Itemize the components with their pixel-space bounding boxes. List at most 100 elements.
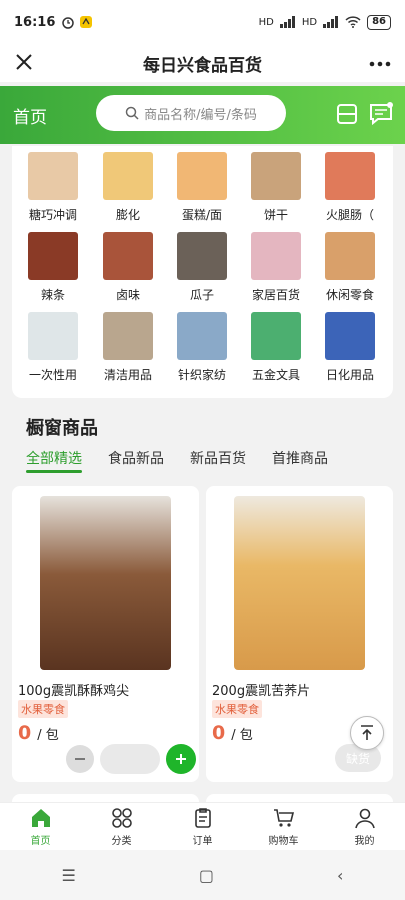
app-notification-icon bbox=[80, 16, 93, 28]
category-image bbox=[251, 232, 301, 280]
category-label: 糖巧冲调 bbox=[28, 208, 77, 222]
decrease-button[interactable] bbox=[66, 745, 94, 773]
increase-button[interactable] bbox=[166, 744, 196, 774]
signal-icon bbox=[323, 16, 339, 28]
home-icon bbox=[31, 809, 50, 827]
order-clipboard-icon bbox=[194, 808, 211, 828]
back-to-top-button[interactable] bbox=[350, 716, 384, 750]
bottom-nav: 首页 分类 订单 购物车 我的 bbox=[0, 802, 405, 850]
category-item[interactable]: 饼干 bbox=[240, 152, 312, 223]
message-icon[interactable] bbox=[368, 101, 394, 127]
category-image bbox=[177, 312, 227, 360]
category-label: 家居百货 bbox=[251, 288, 300, 302]
category-grid-icon bbox=[111, 808, 132, 828]
category-label: 一次性用 bbox=[28, 368, 77, 382]
product-tag: 水果零食 bbox=[212, 700, 262, 718]
category-image bbox=[28, 312, 78, 360]
more-button[interactable] bbox=[369, 48, 391, 73]
nav-orders[interactable]: 订单 bbox=[162, 803, 243, 850]
signal-icon bbox=[279, 16, 295, 28]
store-header: 首页 商品名称/编号/条码 bbox=[0, 86, 405, 144]
category-image bbox=[177, 152, 227, 200]
nav-label: 订单 bbox=[192, 836, 213, 847]
category-item[interactable]: 膨化 bbox=[92, 152, 164, 223]
search-placeholder: 商品名称/编号/条码 bbox=[144, 107, 257, 123]
category-item[interactable]: 卤味 bbox=[92, 232, 164, 303]
category-image bbox=[251, 152, 301, 200]
section-title: 橱窗商品 bbox=[26, 418, 98, 439]
user-icon bbox=[354, 808, 375, 829]
category-item[interactable]: 瓜子 bbox=[166, 232, 238, 303]
category-item[interactable]: 辣条 bbox=[17, 232, 89, 303]
category-label: 针织家纺 bbox=[177, 368, 226, 382]
back-button[interactable]: ‹ bbox=[337, 866, 343, 885]
more-dots-icon bbox=[369, 61, 391, 67]
product-tabs: 全部精选 食品新品 新品百货 首推商品 bbox=[26, 448, 328, 468]
category-image bbox=[103, 232, 153, 280]
alarm-icon bbox=[62, 17, 75, 29]
product-image bbox=[234, 496, 365, 670]
category-label: 五金文具 bbox=[251, 368, 300, 382]
tab-new-goods[interactable]: 新品百货 bbox=[190, 448, 246, 468]
category-item[interactable]: 家居百货 bbox=[240, 232, 312, 303]
price-value: 0 bbox=[212, 722, 226, 744]
network-type-1: HD bbox=[258, 16, 274, 28]
category-label: 蛋糕/面 bbox=[181, 208, 223, 222]
category-item[interactable]: 日化用品 bbox=[314, 312, 386, 383]
price-unit: / 包 bbox=[37, 728, 59, 743]
category-image bbox=[325, 152, 375, 200]
product-card[interactable]: 100g震凯酥酥鸡尖 水果零食 0 / 包 bbox=[12, 486, 199, 782]
minus-icon bbox=[75, 758, 85, 760]
category-image bbox=[28, 152, 78, 200]
nav-label: 首页 bbox=[30, 836, 51, 847]
nav-label: 分类 bbox=[111, 836, 132, 847]
nav-category[interactable]: 分类 bbox=[81, 803, 162, 850]
category-image bbox=[251, 312, 301, 360]
category-label: 饼干 bbox=[263, 208, 288, 222]
battery-indicator: 86 bbox=[367, 14, 391, 30]
tab-food-new[interactable]: 食品新品 bbox=[108, 448, 164, 468]
category-item[interactable]: 糖巧冲调 bbox=[17, 152, 89, 223]
category-image bbox=[325, 312, 375, 360]
product-price: 0 / 包 bbox=[212, 722, 253, 744]
arrow-up-icon bbox=[361, 725, 373, 740]
menu-button[interactable]: ☰ bbox=[62, 866, 76, 885]
cart-icon bbox=[273, 809, 294, 827]
scan-icon[interactable] bbox=[334, 101, 360, 127]
product-tag: 水果零食 bbox=[18, 700, 68, 718]
category-label: 火腿肠（ bbox=[325, 208, 374, 222]
tab-all-picks[interactable]: 全部精选 bbox=[26, 448, 82, 468]
nav-home[interactable]: 首页 bbox=[0, 803, 81, 850]
category-item[interactable]: 休闲零食 bbox=[314, 232, 386, 303]
page-title: 每日兴食品百货 bbox=[143, 55, 262, 76]
price-unit: / 包 bbox=[231, 728, 253, 743]
search-input[interactable]: 商品名称/编号/条码 bbox=[96, 95, 286, 131]
close-button[interactable] bbox=[10, 48, 38, 76]
plus-icon bbox=[176, 754, 186, 764]
category-label: 清洁用品 bbox=[103, 368, 152, 382]
category-item[interactable]: 一次性用 bbox=[17, 312, 89, 383]
wifi-icon bbox=[345, 16, 361, 28]
category-item[interactable]: 五金文具 bbox=[240, 312, 312, 383]
category-item[interactable]: 清洁用品 bbox=[92, 312, 164, 383]
category-image bbox=[103, 312, 153, 360]
title-bar: 每日兴食品百货 bbox=[0, 44, 405, 82]
category-image bbox=[325, 232, 375, 280]
status-time: 16:16 bbox=[14, 14, 56, 30]
status-bar: 16:16 HD HD 86 bbox=[0, 0, 405, 44]
category-label: 卤味 bbox=[115, 288, 140, 302]
category-item[interactable]: 火腿肠（ bbox=[314, 152, 386, 223]
category-label: 膨化 bbox=[115, 208, 140, 222]
tab-featured[interactable]: 首推商品 bbox=[272, 448, 328, 468]
active-tab-indicator bbox=[26, 470, 82, 473]
category-item[interactable]: 蛋糕/面 bbox=[166, 152, 238, 223]
home-button[interactable]: ▢ bbox=[199, 866, 214, 885]
nav-profile[interactable]: 我的 bbox=[324, 803, 405, 850]
nav-cart[interactable]: 购物车 bbox=[243, 803, 324, 850]
search-icon bbox=[125, 106, 139, 120]
category-image bbox=[177, 232, 227, 280]
category-item[interactable]: 针织家纺 bbox=[166, 312, 238, 383]
nav-label: 购物车 bbox=[268, 836, 299, 847]
home-label: 首页 bbox=[13, 107, 47, 128]
quantity-input[interactable] bbox=[100, 744, 160, 774]
